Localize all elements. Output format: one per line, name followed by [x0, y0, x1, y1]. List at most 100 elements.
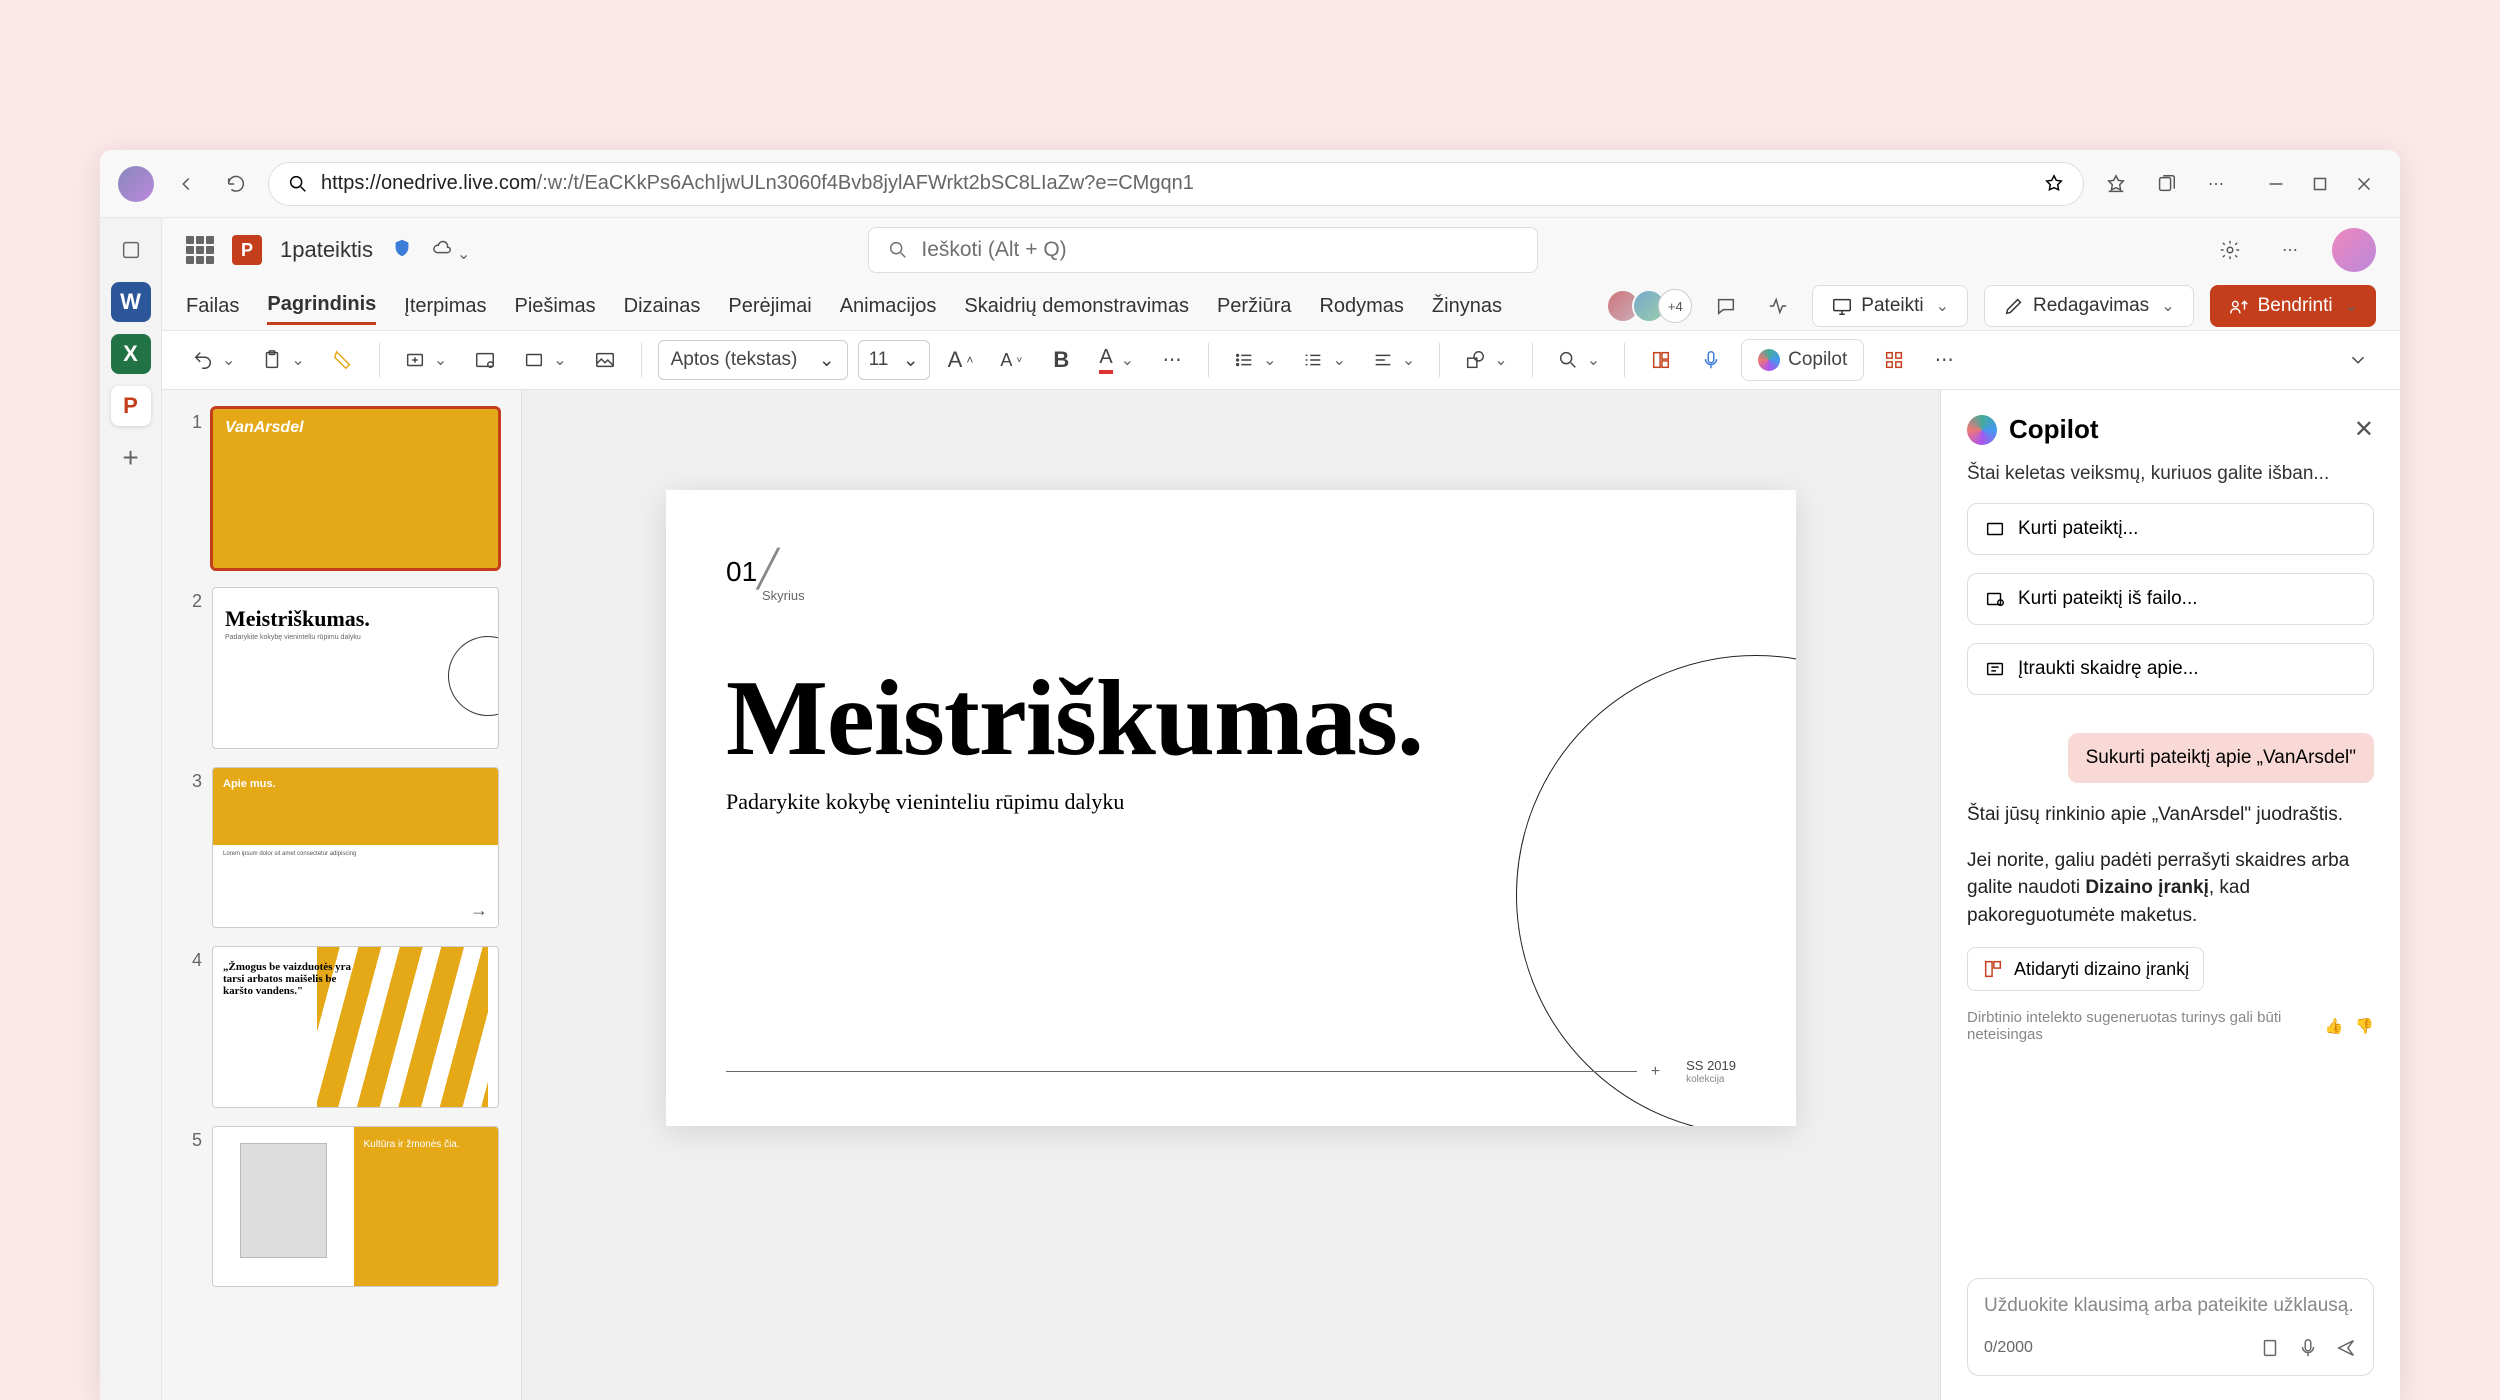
- thumb-number: 2: [184, 587, 202, 748]
- favorites-icon[interactable]: [2098, 166, 2134, 202]
- slide-thumbnail[interactable]: VanArsdel: [212, 408, 499, 569]
- paste-button[interactable]: [253, 340, 312, 380]
- copilot-input[interactable]: Užduokite klausimą arba pateikite užklau…: [1967, 1278, 2374, 1376]
- section-button[interactable]: [515, 340, 574, 380]
- slide-thumbnail[interactable]: „Žmogus be vaizduotės yra tarsi arbatos …: [212, 946, 499, 1107]
- undo-button[interactable]: [184, 340, 243, 380]
- tab-design[interactable]: Dizainas: [624, 289, 701, 324]
- refresh-button[interactable]: [218, 166, 254, 202]
- comments-icon[interactable]: [1708, 288, 1744, 324]
- tab-slideshow[interactable]: Skaidrių demonstravimas: [964, 289, 1189, 324]
- slide-canvas[interactable]: 01╱ Skyrius Meistriškumas. Padarykite ko…: [666, 490, 1796, 1126]
- designer-button[interactable]: [1641, 340, 1681, 380]
- user-message-bubble: Sukurti pateiktį apie „VanArsdel": [2068, 733, 2374, 783]
- open-designer-button[interactable]: Atidaryti dizaino įrankį: [1967, 947, 2204, 991]
- tab-transitions[interactable]: Perėjimai: [728, 289, 811, 324]
- copilot-logo-icon: [1967, 415, 1997, 445]
- thumbs-up-icon[interactable]: 👍: [2325, 1017, 2344, 1035]
- copilot-header: Copilot ✕: [1967, 414, 2374, 445]
- search-icon: [287, 173, 309, 195]
- tab-review[interactable]: Peržiūra: [1217, 289, 1291, 324]
- shrink-font-button[interactable]: A˅: [991, 340, 1031, 380]
- font-family-select[interactable]: Aptos (tekstas)⌄: [658, 340, 848, 380]
- align-button[interactable]: [1364, 340, 1423, 380]
- address-bar[interactable]: https://onedrive.live.com/:w:/t/EaCKkPs6…: [268, 162, 2084, 206]
- tab-help[interactable]: Žinynas: [1432, 289, 1502, 324]
- format-painter-button[interactable]: [323, 340, 363, 380]
- slide-thumbnail[interactable]: Apie mus.Lorem ipsum dolor sit amet cons…: [212, 767, 499, 928]
- sensitivity-icon[interactable]: [391, 237, 413, 264]
- thumb-number: 4: [184, 946, 202, 1107]
- present-button[interactable]: Pateikti: [1812, 285, 1968, 327]
- tab-view[interactable]: Rodymas: [1319, 289, 1403, 324]
- mic-icon[interactable]: [2297, 1337, 2319, 1359]
- rail-word-icon[interactable]: W: [111, 282, 151, 322]
- slide-number: 01╱: [726, 548, 1736, 590]
- picture-button[interactable]: [585, 340, 625, 380]
- maximize-button[interactable]: [2302, 166, 2338, 202]
- ai-disclaimer: Dirbtinio intelekto sugeneruotas turinys…: [1967, 1009, 2374, 1043]
- rail-add-button[interactable]: +: [111, 438, 151, 478]
- document-title[interactable]: 1pateiktis: [280, 237, 373, 263]
- copilot-suggestion[interactable]: Kurti pateiktį...: [1967, 503, 2374, 555]
- toolbar-overflow[interactable]: ⋯: [1924, 340, 1964, 380]
- numbering-button[interactable]: [1294, 340, 1353, 380]
- copilot-suggestion[interactable]: Įtraukti skaidrę apie...: [1967, 643, 2374, 695]
- editor-area: 1 VanArsdel 2 Meistriškumas.Padarykite k…: [162, 390, 2400, 1400]
- catchup-icon[interactable]: [1760, 288, 1796, 324]
- dictate-button[interactable]: [1691, 340, 1731, 380]
- profile-avatar[interactable]: [118, 166, 154, 202]
- designer-grid-button[interactable]: [1874, 340, 1914, 380]
- attachment-icon[interactable]: [2259, 1337, 2281, 1359]
- slide-canvas-area[interactable]: 01╱ Skyrius Meistriškumas. Padarykite ko…: [522, 390, 1940, 1400]
- editing-mode-button[interactable]: Redagavimas: [1984, 285, 2194, 327]
- ribbon-tabs: Failas Pagrindinis Įterpimas Piešimas Di…: [162, 282, 2400, 330]
- search-box[interactable]: Ieškoti (Alt + Q): [868, 227, 1538, 273]
- copilot-panel: Copilot ✕ Štai keletas veiksmų, kuriuos …: [1940, 390, 2400, 1400]
- home-toolbar: Aptos (tekstas)⌄ 11⌄ A˄ A˅ B A ⋯ Copilot: [162, 330, 2400, 390]
- send-icon[interactable]: [2335, 1337, 2357, 1359]
- font-size-select[interactable]: 11⌄: [858, 340, 930, 380]
- share-button[interactable]: Bendrinti: [2210, 285, 2376, 327]
- user-avatar[interactable]: [2332, 228, 2376, 272]
- slide-thumbnail[interactable]: Meistriškumas.Padarykite kokybę vieninte…: [212, 587, 499, 748]
- presence-avatars[interactable]: +4: [1614, 289, 1692, 323]
- copilot-intro-text: Štai keletas veiksmų, kuriuos galite išb…: [1967, 463, 2374, 485]
- new-slide-button[interactable]: [396, 340, 455, 380]
- overflow-icon[interactable]: ⋯: [2272, 232, 2308, 268]
- copilot-ribbon-button[interactable]: Copilot: [1741, 339, 1864, 381]
- grow-font-button[interactable]: A˄: [940, 340, 982, 380]
- app-launcher-icon[interactable]: [186, 236, 214, 264]
- copilot-suggestion[interactable]: Kurti pateiktį iš failo...: [1967, 573, 2374, 625]
- slide-thumbnail[interactable]: Kultūra ir žmonės čia.: [212, 1126, 499, 1287]
- minimize-button[interactable]: [2258, 166, 2294, 202]
- rail-tab-icon[interactable]: [111, 230, 151, 270]
- tab-draw[interactable]: Piešimas: [515, 289, 596, 324]
- more-icon[interactable]: ⋯: [2198, 166, 2234, 202]
- copilot-response: Jei norite, galiu padėti perrašyti skaid…: [1967, 847, 2374, 930]
- find-button[interactable]: [1549, 340, 1608, 380]
- bold-button[interactable]: B: [1041, 340, 1081, 380]
- save-status-icon[interactable]: [431, 237, 470, 264]
- tab-file[interactable]: Failas: [186, 289, 239, 324]
- browser-toolbar: https://onedrive.live.com/:w:/t/EaCKkPs6…: [100, 150, 2400, 218]
- tab-insert[interactable]: Įterpimas: [404, 289, 486, 324]
- close-button[interactable]: [2346, 166, 2382, 202]
- copilot-title: Copilot: [2009, 414, 2099, 445]
- slide-layout-button[interactable]: [465, 340, 505, 380]
- settings-icon[interactable]: [2212, 232, 2248, 268]
- more-font-button[interactable]: ⋯: [1152, 340, 1192, 380]
- star-icon[interactable]: [2043, 173, 2065, 195]
- rail-powerpoint-icon[interactable]: P: [111, 386, 151, 426]
- collections-icon[interactable]: [2148, 166, 2184, 202]
- back-button[interactable]: [168, 166, 204, 202]
- tab-home[interactable]: Pagrindinis: [267, 287, 376, 325]
- shapes-button[interactable]: [1456, 340, 1515, 380]
- bullets-button[interactable]: [1225, 340, 1284, 380]
- font-color-button[interactable]: A: [1091, 340, 1142, 380]
- close-icon[interactable]: ✕: [2354, 415, 2374, 444]
- thumbs-down-icon[interactable]: 👎: [2355, 1017, 2374, 1035]
- tab-animations[interactable]: Animacijos: [840, 289, 937, 324]
- rail-excel-icon[interactable]: X: [111, 334, 151, 374]
- collapse-ribbon-button[interactable]: [2338, 340, 2378, 380]
